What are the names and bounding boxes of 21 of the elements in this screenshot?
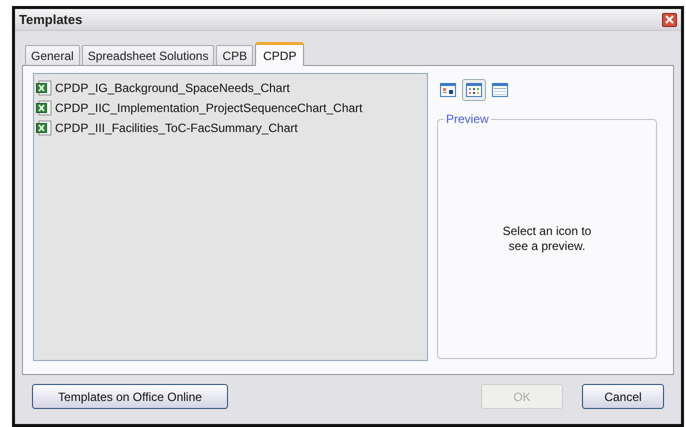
large-icons-view-icon (440, 83, 456, 97)
tab[interactable]: Spreadsheet Solutions (82, 45, 214, 65)
tab[interactable]: CPDP (255, 42, 304, 66)
dialog-button[interactable]: Templates on Office Online (32, 384, 228, 409)
preview-title: Preview (444, 112, 491, 126)
template-item[interactable]: CPDP_IG_Background_SpaceNeeds_Chart (55, 79, 290, 97)
preview-message: Select an icon to see a preview. (502, 224, 592, 254)
dialog-button[interactable]: Cancel (582, 384, 664, 409)
spreadsheet-file-icon (36, 100, 52, 116)
spreadsheet-file-icon (36, 80, 52, 96)
details-view-icon (492, 83, 508, 97)
window-title: Templates (19, 10, 82, 29)
small-icons-view-icon (466, 83, 482, 97)
template-item[interactable]: CPDP_III_Facilities_ToC-FacSummary_Chart (55, 119, 298, 137)
close-button[interactable] (662, 12, 677, 26)
template-item[interactable]: CPDP_IIC_Implementation_ProjectSequenceChart_Chart (55, 99, 362, 117)
tab[interactable]: General (25, 45, 80, 65)
tab[interactable]: CPB (216, 45, 254, 65)
spreadsheet-file-icon (36, 120, 52, 136)
view-button[interactable] (462, 79, 486, 101)
close-icon (665, 15, 674, 24)
